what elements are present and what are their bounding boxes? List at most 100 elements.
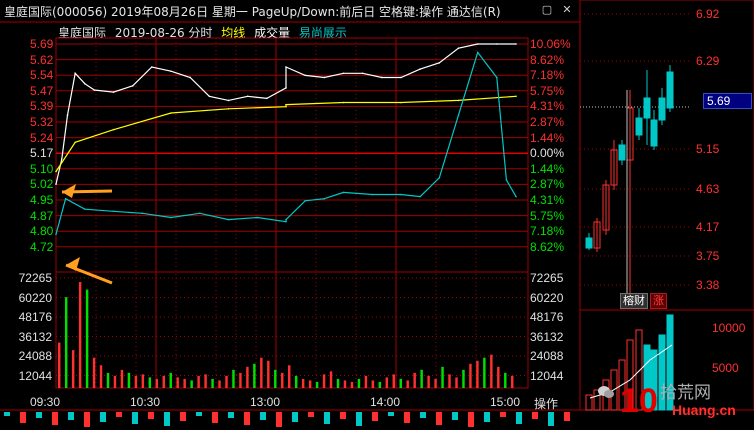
series-point <box>323 76 326 79</box>
watermark-site-name: 拾荒网 <box>660 383 711 403</box>
current-price-box: 5.69 <box>703 93 752 109</box>
series-point <box>515 95 517 98</box>
percent-tick-label: 7.18% <box>530 68 565 83</box>
price-tick-label: 5.39 <box>30 99 54 114</box>
price-tick-label: 4.95 <box>30 193 54 207</box>
logo-text: 10 <box>620 382 658 420</box>
volume-bar <box>448 374 451 388</box>
index-strip-bar <box>52 412 58 425</box>
volume-bar <box>350 381 354 388</box>
volume-bar <box>246 366 249 388</box>
kline-candle <box>666 71 674 109</box>
volume-bar <box>127 372 131 388</box>
kline-candle <box>658 97 666 121</box>
index-strip-bar <box>340 412 346 419</box>
intraday-chart[interactable] <box>0 0 754 430</box>
volume-bar <box>58 342 61 388</box>
series-point <box>55 183 57 185</box>
volume-tick-label-right: 60220 <box>530 290 564 305</box>
volume-bar <box>441 366 444 388</box>
volume-bar <box>274 369 277 388</box>
percent-tick-label: 10.06% <box>530 37 571 51</box>
price-tick-label: 5.69 <box>30 37 54 51</box>
series-point <box>131 85 134 87</box>
price-tick-label: 5.62 <box>30 52 54 67</box>
series-point <box>457 114 460 116</box>
time-tick-label: 13:00 <box>250 395 281 409</box>
volume-bar <box>92 357 96 388</box>
volume-bar <box>218 380 221 388</box>
index-strip-bar <box>500 412 506 417</box>
kline-price-label: 3.38 <box>696 278 720 292</box>
series-point <box>55 170 57 173</box>
percent-tick-label: 2.87% <box>530 177 565 192</box>
index-strip-bar <box>404 412 410 423</box>
series-point <box>438 62 441 64</box>
volume-bar <box>371 380 375 388</box>
volume-bar <box>225 375 228 388</box>
finance-badge[interactable]: 榕财 <box>620 293 648 309</box>
price-tick-label: 5.32 <box>30 115 54 129</box>
index-strip-bar <box>148 412 154 419</box>
series-point <box>323 197 326 200</box>
volume-bar <box>406 380 409 388</box>
series-point <box>496 43 498 45</box>
series-point <box>400 76 402 79</box>
volume-bar <box>490 354 493 388</box>
percent-tick-label: 4.31% <box>530 99 565 114</box>
series-point <box>256 216 259 219</box>
series-point <box>93 89 96 91</box>
watermark-url: Huang.cn <box>672 402 736 418</box>
index-strip-bar <box>132 412 138 424</box>
percent-tick-label: 2.87% <box>530 115 565 129</box>
kline-candle <box>635 117 643 136</box>
volume-bar <box>99 365 103 388</box>
kline-volume-label: 10000 <box>712 321 746 335</box>
limit-up-badge[interactable]: 涨 <box>650 293 667 309</box>
series-point <box>285 218 287 221</box>
series-point <box>285 103 287 106</box>
kline-price-label: 4.63 <box>696 182 720 196</box>
volume-bar <box>148 377 152 388</box>
series-point <box>74 141 76 144</box>
percent-tick-label: 5.75% <box>530 208 565 223</box>
series-point <box>400 193 402 196</box>
series-point <box>342 191 345 194</box>
operation-tab[interactable]: 操作 <box>534 395 558 412</box>
series-point <box>208 95 211 98</box>
kline-candle <box>618 144 626 161</box>
volume-bar <box>420 369 423 388</box>
percent-tick-label: 0.00% <box>530 146 565 161</box>
volume-bar <box>134 375 138 388</box>
index-strip-bar <box>372 412 378 421</box>
series-point <box>227 99 230 102</box>
volume-bar <box>315 381 319 388</box>
percent-tick-label: 4.31% <box>530 193 565 207</box>
volume-bar <box>253 363 256 388</box>
volume-bar <box>288 365 291 388</box>
series-point <box>74 72 76 75</box>
volume-bar <box>343 380 347 388</box>
price-tick-label: 5.02 <box>30 177 54 192</box>
kline-candle <box>650 119 658 147</box>
index-strip-bar <box>452 412 458 420</box>
series-point <box>285 220 287 223</box>
volume-bar <box>329 371 333 388</box>
series-point <box>476 51 479 54</box>
volume-bar <box>399 378 402 388</box>
series-point <box>361 72 364 75</box>
series-point <box>246 95 249 98</box>
volume-bar <box>301 378 305 388</box>
series-point <box>496 76 498 79</box>
kline-price-label: 6.29 <box>696 54 720 68</box>
kline-candle <box>585 237 593 249</box>
series-point <box>55 233 57 236</box>
index-strip-bar <box>532 412 538 419</box>
series-point <box>112 91 115 93</box>
series-point <box>170 70 172 72</box>
series-point <box>112 210 115 213</box>
volume-bar <box>106 372 110 388</box>
price-tick-label: 4.72 <box>30 239 54 254</box>
index-strip-bar <box>308 412 314 417</box>
price-tick-label: 4.80 <box>30 224 54 239</box>
